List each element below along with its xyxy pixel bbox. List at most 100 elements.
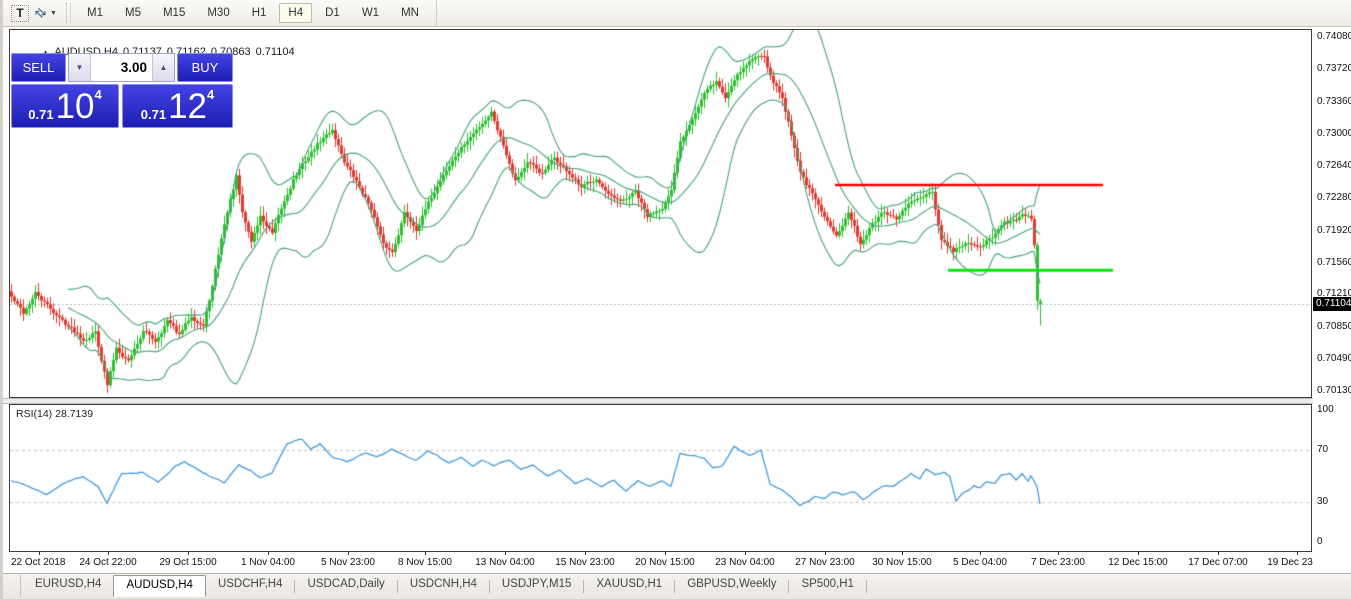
text-tool-button[interactable]: T [8,3,32,24]
dropdown-caret-icon[interactable]: ▼ [50,10,57,17]
timeframe-button-h1[interactable]: H1 [243,3,276,23]
mt4-window: T ⇄ ▼ M1M5M15M30H1H4D1W1MN ▲ AUDUSD,H4 0.7… [0,0,1351,599]
timeframe-button-d1[interactable]: D1 [316,3,349,23]
time-axis-tick-mark [585,552,586,555]
price-axis-tick: 0.72640 [1317,160,1351,172]
timeframe-button-mn[interactable]: MN [392,3,428,23]
sell-price-prefix: 0.71 [28,107,53,122]
one-click-trading-panel: SELL ▼ ▲ BUY 0.71 10 4 0.71 [11,53,233,128]
chart-tab-audusd[interactable]: AUDUSD,H4 [113,575,205,597]
timeframe-button-m30[interactable]: M30 [198,3,238,23]
sell-button[interactable]: SELL [11,53,66,82]
timeframe-button-m1[interactable]: M1 [78,3,112,23]
time-axis-tick-mark [39,552,40,555]
time-axis-tick-mark [825,552,826,555]
rsi-label: RSI(14) 28.7139 [16,408,93,420]
price-axis-tick: 0.74080 [1317,31,1351,43]
time-axis-label: 5 Nov 23:00 [321,557,375,568]
chart-tab-eurusd[interactable]: EURUSD,H4 [23,575,113,597]
time-axis-label: 27 Nov 23:00 [795,557,855,568]
rsi-axis-tick: 100 [1317,404,1334,416]
chart-tab-xauusd[interactable]: XAUUSD,H1 [584,575,674,597]
volume-decrease-button[interactable]: ▼ [69,54,91,81]
chart-tab-usdchf[interactable]: USDCHF,H4 [206,575,295,597]
rsi-axis-tick: 70 [1317,444,1328,456]
price-axis-tick: 0.71560 [1317,257,1351,269]
time-axis[interactable]: 22 Oct 2018 24 Oct 22:00 29 Oct 15:00 1 Nov… [9,552,1312,573]
timeframe-button-w1[interactable]: W1 [353,3,388,23]
timeframe-button-h4[interactable]: H4 [279,3,312,23]
timeframe-button-m15[interactable]: M15 [154,3,194,23]
time-axis-label: 15 Nov 23:00 [555,557,615,568]
rsi-axis-tick: 30 [1317,496,1328,508]
time-axis-tick-mark [665,552,666,555]
rsi-indicator-pane: RSI(14) 28.7139 [9,404,1312,552]
rsi-canvas[interactable] [10,405,1311,551]
time-axis-tick-mark [1058,552,1059,555]
time-axis-tick-mark [1138,552,1139,555]
price-axis-tick: 0.73720 [1317,63,1351,75]
buy-price-pip-digit: 4 [207,87,214,102]
current-price-tag: 0.71104 [1313,297,1351,311]
time-axis-tick-mark [1218,552,1219,555]
volume-input[interactable] [91,54,152,81]
buy-price-prefix: 0.71 [141,107,166,122]
time-axis-label: 17 Dec 07:00 [1188,557,1248,568]
time-axis-label: 7 Dec 23:00 [1031,557,1085,568]
timeframe-button-m5[interactable]: M5 [116,3,150,23]
chart-tab-sp500[interactable]: SP500,H1 [789,575,865,597]
price-axis[interactable]: 0.74080 0.73720 0.73360 0.73000 0.72640 0.722… [1313,27,1351,573]
time-axis-label: 23 Nov 04:00 [715,557,775,568]
price-axis-tick: 0.70130 [1317,385,1351,397]
time-axis-tick-mark [1297,552,1298,555]
main-chart-pane: ▲AUDUSD,H40.711370.711620.708630.71104 S… [9,29,1312,398]
buy-button[interactable]: BUY [177,53,233,82]
chart-tab-usdcnh[interactable]: USDCNH,H4 [398,575,489,597]
price-axis-tick: 0.70490 [1317,353,1351,365]
buy-price-display[interactable]: 0.71 12 4 [122,84,233,128]
arrows-icon: ⇄ [31,3,50,22]
rsi-name: RSI(14) [16,408,52,420]
volume-increase-button[interactable]: ▲ [152,54,174,81]
time-axis-tick-mark [268,552,269,555]
toolbar-separator [66,3,71,23]
sell-price-display[interactable]: 0.71 10 4 [11,84,119,128]
tab-scroll-area[interactable] [3,575,21,597]
price-axis-tick: 0.72280 [1317,192,1351,204]
sell-price-big-digits: 10 [56,92,95,122]
price-axis-tick: 0.71920 [1317,225,1351,237]
top-toolbar: T ⇄ ▼ M1M5M15M30H1H4D1W1MN [3,0,1351,27]
time-axis-tick-mark [348,552,349,555]
quick-order-button[interactable]: ⇄ ▼ [34,3,58,24]
rsi-value: 28.7139 [55,408,93,420]
volume-stepper: ▼ ▲ [68,53,175,82]
sell-price-pip-digit: 4 [95,87,102,102]
time-axis-tick-mark [980,552,981,555]
tab-divider [866,580,867,593]
price-axis-tick: 0.73000 [1317,128,1351,140]
time-axis-tick-mark [745,552,746,555]
time-axis-label: 12 Dec 15:00 [1108,557,1168,568]
price-axis-tick: 0.73360 [1317,96,1351,108]
time-axis-tick-mark [505,552,506,555]
close-value: 0.71104 [256,46,295,58]
chart-tab-gbpusd[interactable]: GBPUSD,Weekly [675,575,788,597]
price-axis-tick: 0.70850 [1317,321,1351,333]
chart-tab-bar: EURUSD,H4AUDUSD,H4USDCHF,H4USDCAD,DailyU… [3,573,1351,599]
time-axis-tick-mark [188,552,189,555]
chart-tab-usdcad[interactable]: USDCAD,Daily [295,575,396,597]
time-axis-label: 5 Dec 04:00 [953,557,1007,568]
time-axis-label: 24 Oct 22:00 [79,557,136,568]
time-axis-label: 1 Nov 04:00 [241,557,295,568]
time-axis-label: 30 Nov 15:00 [872,557,932,568]
chart-workspace: ▲AUDUSD,H40.711370.711620.708630.71104 S… [3,27,1351,573]
time-axis-label: 29 Oct 15:00 [159,557,216,568]
toolbar-separator [436,0,437,27]
time-axis-label: 20 Nov 15:00 [635,557,695,568]
time-axis-label: 13 Nov 04:00 [475,557,535,568]
time-axis-label: 8 Nov 15:00 [398,557,452,568]
time-axis-label: 22 Oct 2018 [11,557,65,568]
text-tool-icon: T [11,5,28,22]
time-axis-tick-mark [425,552,426,555]
chart-tab-usdjpy[interactable]: USDJPY,M15 [490,575,583,597]
